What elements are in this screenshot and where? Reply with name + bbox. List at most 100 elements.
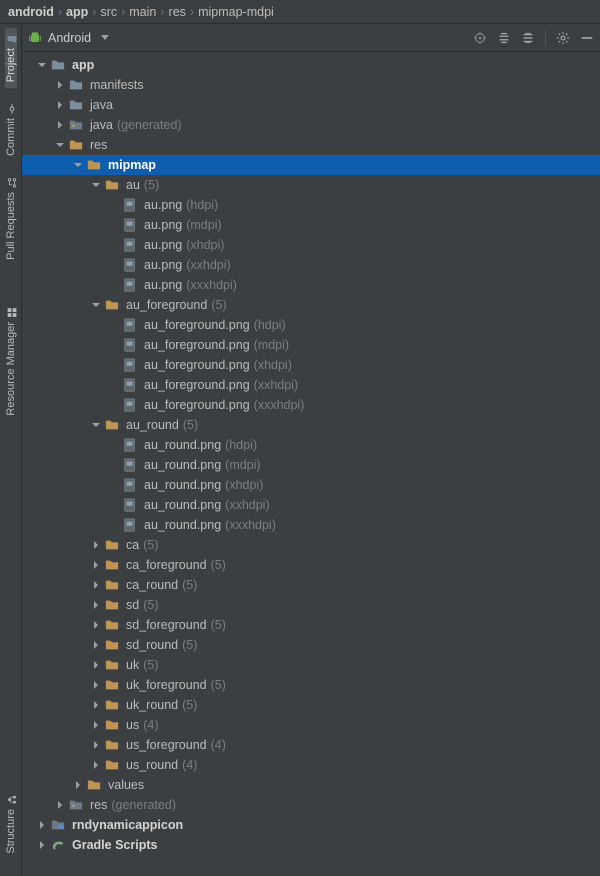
tree-row[interactable]: au.png(hdpi) — [22, 195, 600, 215]
folder-res-icon — [104, 637, 120, 653]
expand-all-icon[interactable] — [497, 31, 511, 45]
panel-view-selector[interactable]: Android — [48, 31, 91, 45]
tree-row[interactable]: us(4) — [22, 715, 600, 735]
tree-row[interactable]: us_round(4) — [22, 755, 600, 775]
hide-icon[interactable] — [580, 31, 594, 45]
tree-row[interactable]: au_foreground.png(xxhdpi) — [22, 375, 600, 395]
tree-row[interactable]: au.png(xxxhdpi) — [22, 275, 600, 295]
tree-row[interactable]: uk(5) — [22, 655, 600, 675]
chevron-right-icon[interactable] — [54, 79, 66, 91]
gear-icon[interactable] — [556, 31, 570, 45]
chevron-down-icon[interactable] — [90, 419, 102, 431]
sidebar-tab-project[interactable]: Project — [5, 28, 17, 88]
tree-row[interactable]: ca_foreground(5) — [22, 555, 600, 575]
chevron-down-icon[interactable] — [90, 179, 102, 191]
chevron-down-icon[interactable] — [72, 159, 84, 171]
chevron-right-icon[interactable] — [90, 619, 102, 631]
chevron-right-icon[interactable] — [90, 639, 102, 651]
chevron-right-icon[interactable] — [90, 679, 102, 691]
tree-row[interactable]: au_round(5) — [22, 415, 600, 435]
tree-row[interactable]: res(generated) — [22, 795, 600, 815]
tree-row[interactable]: mipmap — [22, 155, 600, 175]
sidebar-tab-structure[interactable]: Structure — [5, 789, 17, 860]
file-img-icon — [122, 277, 138, 293]
tree-row[interactable]: values — [22, 775, 600, 795]
tree-row[interactable]: au.png(mdpi) — [22, 215, 600, 235]
tree-row[interactable]: java(generated) — [22, 115, 600, 135]
tree-row[interactable]: au_foreground(5) — [22, 295, 600, 315]
tree-row[interactable]: au.png(xxhdpi) — [22, 255, 600, 275]
chevron-right-icon[interactable] — [36, 839, 48, 851]
target-icon[interactable] — [473, 31, 487, 45]
tree-item-suffix: (xhdpi) — [254, 358, 292, 372]
pull-request-icon — [6, 178, 16, 188]
tree-row[interactable]: us_foreground(4) — [22, 735, 600, 755]
chevron-right-icon[interactable] — [90, 699, 102, 711]
crumb-0[interactable]: android — [8, 5, 54, 19]
tree-row[interactable]: au_foreground.png(mdpi) — [22, 335, 600, 355]
tree-row[interactable]: sd_round(5) — [22, 635, 600, 655]
tree-row[interactable]: sd_foreground(5) — [22, 615, 600, 635]
tree-row[interactable]: sd(5) — [22, 595, 600, 615]
crumb-1[interactable]: app — [66, 5, 88, 19]
chevron-right-icon[interactable] — [90, 659, 102, 671]
chevron-down-icon[interactable] — [36, 59, 48, 71]
tree-row[interactable]: au_round.png(xxxhdpi) — [22, 515, 600, 535]
sidebar-tab-label: Project — [5, 48, 17, 82]
chevron-right-icon[interactable] — [54, 119, 66, 131]
tree-row[interactable]: uk_round(5) — [22, 695, 600, 715]
chevron-right-icon[interactable] — [90, 739, 102, 751]
chevron-right-icon[interactable] — [90, 579, 102, 591]
tree-item-label: au_foreground.png — [144, 358, 250, 372]
crumb-2[interactable]: src — [100, 5, 117, 19]
tree-item-label: ca — [126, 538, 139, 552]
crumb-5[interactable]: mipmap-mdpi — [198, 5, 274, 19]
tree-row[interactable]: ca_round(5) — [22, 575, 600, 595]
crumb-3[interactable]: main — [129, 5, 156, 19]
folder-gen-icon — [68, 797, 84, 813]
tree-row[interactable]: au_foreground.png (xhdpi) — [22, 355, 600, 375]
chevron-down-icon[interactable] — [54, 139, 66, 151]
tree-row[interactable]: Gradle Scripts — [22, 835, 600, 855]
tree-item-label: uk_foreground — [126, 678, 207, 692]
tree-row[interactable]: au_foreground.png(hdpi) — [22, 315, 600, 335]
tree-row[interactable]: java — [22, 95, 600, 115]
tree-row[interactable]: manifests — [22, 75, 600, 95]
chevron-right-icon[interactable] — [36, 819, 48, 831]
tree-row[interactable]: au_round.png(xxhdpi) — [22, 495, 600, 515]
chevron-right-icon[interactable] — [90, 559, 102, 571]
crumb-4[interactable]: res — [169, 5, 186, 19]
tree-item-label: au_round.png — [144, 458, 221, 472]
chevron-right-icon[interactable] — [90, 539, 102, 551]
tree-row[interactable]: au_round.png(mdpi) — [22, 455, 600, 475]
tree-spacer — [108, 459, 120, 471]
tree-row[interactable]: au_round.png(hdpi) — [22, 435, 600, 455]
chevron-right-icon[interactable] — [90, 719, 102, 731]
chevron-right-icon[interactable] — [54, 99, 66, 111]
tree-item-suffix: (5) — [183, 418, 198, 432]
tree-item-suffix: (xxxhdpi) — [254, 398, 305, 412]
sidebar-tab-resource-manager[interactable]: Resource Manager — [5, 302, 17, 422]
tree-row[interactable]: au(5) — [22, 175, 600, 195]
tree-item-suffix: (xhdpi) — [225, 478, 263, 492]
tree-row[interactable]: app — [22, 55, 600, 75]
chevron-right-icon[interactable] — [90, 599, 102, 611]
gradle-icon — [50, 837, 66, 853]
sidebar-tab-pull-requests[interactable]: Pull Requests — [5, 172, 17, 266]
tree-row[interactable]: ca(5) — [22, 535, 600, 555]
chevron-right-icon[interactable] — [90, 759, 102, 771]
chevron-down-icon[interactable] — [90, 299, 102, 311]
tree-spacer — [108, 499, 120, 511]
chevron-right-icon[interactable] — [54, 799, 66, 811]
tree-row[interactable]: au_foreground.png(xxxhdpi) — [22, 395, 600, 415]
tree-row[interactable]: res — [22, 135, 600, 155]
tree-row[interactable]: au_round.png(xhdpi) — [22, 475, 600, 495]
collapse-all-icon[interactable] — [521, 31, 535, 45]
tree-row[interactable]: rndynamicappicon — [22, 815, 600, 835]
tree-row[interactable]: au.png(xhdpi) — [22, 235, 600, 255]
sidebar-tab-commit[interactable]: Commit — [5, 98, 17, 162]
chevron-right-icon[interactable] — [72, 779, 84, 791]
project-tree[interactable]: appmanifestsjavajava(generated)resmipmap… — [22, 52, 600, 876]
tree-row[interactable]: uk_foreground(5) — [22, 675, 600, 695]
tree-item-label: au.png — [144, 278, 182, 292]
